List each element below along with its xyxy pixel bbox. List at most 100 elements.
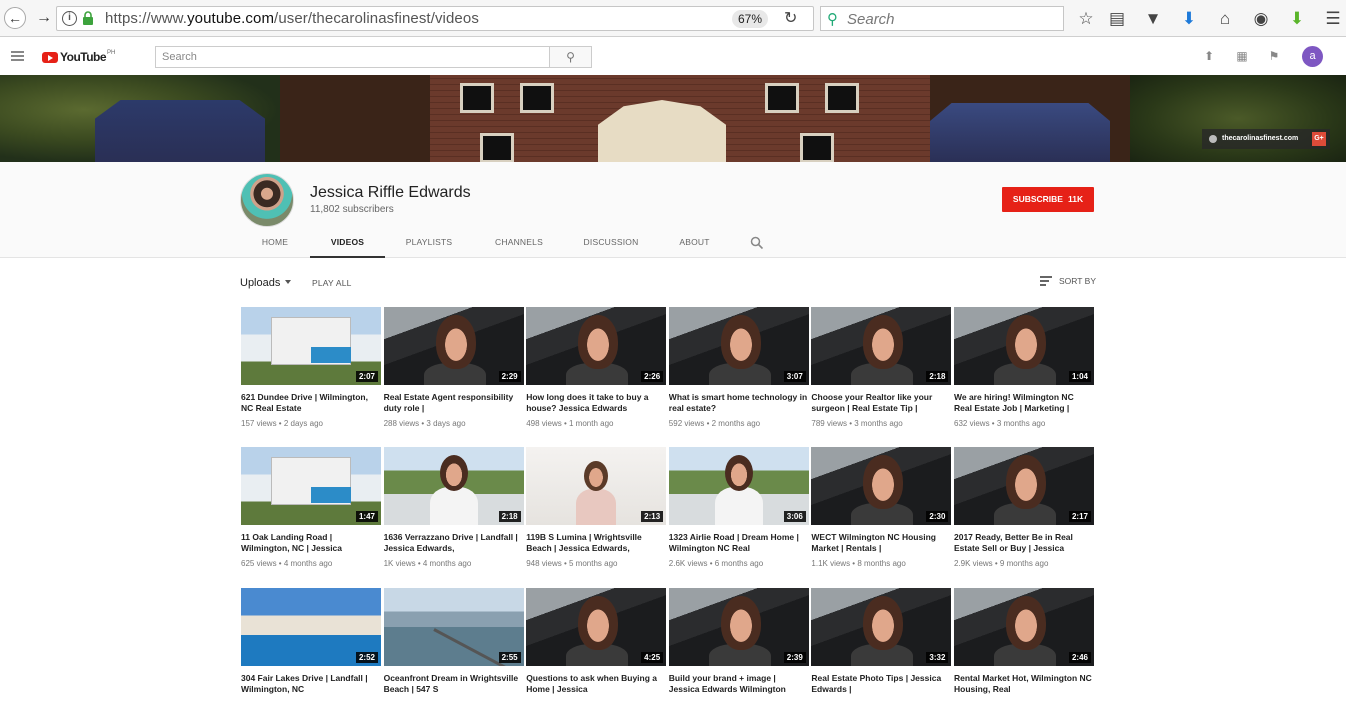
notifications-bell-icon[interactable]: ⚑ <box>1267 49 1281 63</box>
video-thumbnail[interactable]: 3:32 <box>811 588 952 666</box>
video-card[interactable]: 3:07 What is smart home technology in rea… <box>668 307 809 428</box>
tab-about[interactable]: ABOUT <box>657 232 732 258</box>
video-title[interactable]: Oceanfront Dream in Wrightsville Beach |… <box>384 673 524 694</box>
sort-by-button[interactable]: SORT BY <box>1040 276 1096 286</box>
video-card[interactable]: 1:04 We are hiring! Wilmington NC Real Es… <box>954 307 1094 428</box>
video-thumbnail[interactable]: 2:52 <box>241 588 381 666</box>
video-card[interactable]: 2:13 119B S Lumina | Wrightsville Beach |… <box>526 447 667 568</box>
apps-grid-icon[interactable]: ▦ <box>1235 49 1249 63</box>
video-title[interactable]: 1636 Verrazzano Drive | Landfall | Jessi… <box>384 532 524 553</box>
youtube-logo[interactable]: YouTube PH <box>42 50 115 64</box>
video-title[interactable]: 304 Fair Lakes Drive | Landfall | Wilmin… <box>241 673 381 694</box>
banner-website-link[interactable]: thecarolinasfinest.com <box>1202 129 1330 149</box>
video-thumbnail[interactable]: 3:07 <box>668 307 809 385</box>
video-thumbnail[interactable]: 2:26 <box>526 307 667 385</box>
video-title[interactable]: 621 Dundee Drive | Wilmington, NC Real E… <box>241 392 381 413</box>
info-icon[interactable]: i <box>62 11 77 26</box>
globe-icon[interactable]: ◉ <box>1250 8 1272 30</box>
video-duration: 2:55 <box>498 652 521 663</box>
guide-menu-icon[interactable] <box>11 51 24 61</box>
tab-playlists[interactable]: PLAYLISTS <box>385 232 473 258</box>
menu-icon[interactable]: ☰ <box>1322 8 1344 30</box>
video-card[interactable]: 2:18 1636 Verrazzano Drive | Landfall | J… <box>383 447 524 568</box>
video-title[interactable]: 1323 Airlie Road | Dream Home | Wilmingt… <box>669 532 809 553</box>
video-card[interactable]: 4:25 Questions to ask when Buying a Home … <box>526 588 667 700</box>
video-card[interactable]: 2:18 Choose your Realtor like your surgeo… <box>811 307 952 428</box>
video-thumbnail[interactable]: 4:25 <box>526 588 667 666</box>
gplus-icon[interactable]: G+ <box>1312 132 1326 146</box>
video-thumbnail[interactable]: 2:30 <box>811 447 952 525</box>
video-title[interactable]: Choose your Realtor like your surgeon | … <box>811 392 951 413</box>
browser-toolbar: ← → i https://www.youtube.com/user/theca… <box>0 0 1346 37</box>
download-icon[interactable]: ⬇ <box>1178 8 1200 30</box>
video-card[interactable]: 2:07 621 Dundee Drive | Wilmington, NC Re… <box>241 307 381 428</box>
video-thumbnail[interactable]: 2:29 <box>383 307 524 385</box>
video-duration: 2:18 <box>498 511 521 522</box>
video-card[interactable]: 2:26 How long does it take to buy a house… <box>526 307 667 428</box>
youtube-search-button[interactable]: ⚲ <box>549 46 592 68</box>
video-title[interactable]: 11 Oak Landing Road | Wilmington, NC | J… <box>241 532 381 553</box>
sort-label: SORT BY <box>1059 276 1097 286</box>
video-thumbnail[interactable]: 2:39 <box>668 588 809 666</box>
video-thumbnail[interactable]: 2:13 <box>526 447 667 525</box>
reading-list-icon[interactable]: ▤ <box>1106 8 1128 30</box>
video-title[interactable]: Real Estate Agent responsibility duty ro… <box>384 392 524 413</box>
video-card[interactable]: 3:06 1323 Airlie Road | Dream Home | Wilm… <box>668 447 809 568</box>
video-title[interactable]: Questions to ask when Buying a Home | Je… <box>526 673 666 694</box>
video-thumbnail[interactable]: 2:55 <box>383 588 524 666</box>
video-thumbnail[interactable]: 2:17 <box>954 447 1094 525</box>
video-thumbnail[interactable]: 2:07 <box>241 307 381 385</box>
home-icon[interactable]: ⌂ <box>1214 8 1236 30</box>
tab-home[interactable]: HOME <box>240 232 310 258</box>
video-thumbnail[interactable]: 3:06 <box>668 447 809 525</box>
video-title[interactable]: Build your brand + image | Jessica Edwar… <box>669 673 809 694</box>
back-icon[interactable]: ← <box>4 7 26 29</box>
channel-avatar[interactable] <box>240 173 294 227</box>
video-thumbnail[interactable]: 1:04 <box>954 307 1094 385</box>
video-thumbnail[interactable]: 1:47 <box>241 447 381 525</box>
video-card[interactable]: 2:29 Real Estate Agent responsibility dut… <box>383 307 524 428</box>
tab-videos[interactable]: VIDEOS <box>310 232 385 258</box>
video-card[interactable]: 3:32 Real Estate Photo Tips | Jessica Edw… <box>811 588 952 700</box>
video-card[interactable]: 2:17 2017 Ready, Better Be in Real Estate… <box>954 447 1094 568</box>
address-bar[interactable]: i https://www.youtube.com/user/thecaroli… <box>56 6 814 31</box>
tab-channels[interactable]: CHANNELS <box>473 232 565 258</box>
zoom-level[interactable]: 67% <box>732 10 768 28</box>
video-title[interactable]: What is smart home technology in real es… <box>669 392 809 413</box>
video-title[interactable]: How long does it take to buy a house? Je… <box>526 392 666 413</box>
tab-search[interactable] <box>732 232 782 258</box>
video-thumbnail[interactable]: 2:18 <box>811 307 952 385</box>
youtube-search-input[interactable]: Search <box>155 46 550 68</box>
upload-icon[interactable]: ⬆ <box>1202 49 1216 63</box>
bookmark-star-icon[interactable]: ☆ <box>1075 8 1097 30</box>
addon-download-icon[interactable]: ⬇ <box>1286 8 1308 30</box>
banner-roof <box>95 100 265 162</box>
video-card[interactable]: 1:47 11 Oak Landing Road | Wilmington, NC… <box>241 447 381 568</box>
video-card[interactable]: 2:46 Rental Market Hot, Wilmington NC Hou… <box>954 588 1094 700</box>
video-title[interactable]: 2017 Ready, Better Be in Real Estate Sel… <box>954 532 1094 553</box>
youtube-play-icon <box>42 51 58 63</box>
video-card[interactable]: 2:30 WECT Wilmington NC Housing Market | … <box>811 447 952 568</box>
video-thumbnail[interactable]: 2:18 <box>383 447 524 525</box>
video-title[interactable]: 119B S Lumina | Wrightsville Beach | Jes… <box>526 532 666 553</box>
browser-search-input[interactable]: ⚲ Search <box>820 6 1064 31</box>
video-card[interactable]: 2:52 304 Fair Lakes Drive | Landfall | Wi… <box>241 588 381 700</box>
video-title[interactable]: Rental Market Hot, Wilmington NC Housing… <box>954 673 1094 694</box>
video-meta: 592 views • 2 months ago <box>668 419 761 428</box>
channel-name[interactable]: Jessica Riffle Edwards <box>310 184 471 202</box>
uploads-dropdown[interactable]: Uploads <box>240 277 292 289</box>
video-thumbnail[interactable]: 2:46 <box>954 588 1094 666</box>
user-avatar[interactable]: a <box>1302 46 1323 67</box>
video-card[interactable]: 2:39 Build your brand + image | Jessica E… <box>668 588 809 700</box>
video-title[interactable]: We are hiring! Wilmington NC Real Estate… <box>954 392 1094 413</box>
play-all-button[interactable]: PLAY ALL <box>312 278 352 288</box>
subscribe-button[interactable]: SUBSCRIBE 11K <box>1002 187 1094 212</box>
tab-discussion[interactable]: DISCUSSION <box>565 232 657 258</box>
video-title[interactable]: Real Estate Photo Tips | Jessica Edwards… <box>811 673 951 694</box>
forward-icon[interactable]: → <box>33 7 55 29</box>
reload-icon[interactable]: ↻ <box>784 8 797 28</box>
video-card[interactable]: 2:55 Oceanfront Dream in Wrightsville Bea… <box>383 588 524 700</box>
pocket-icon[interactable]: ▼ <box>1142 8 1164 30</box>
video-title[interactable]: WECT Wilmington NC Housing Market | Rent… <box>811 532 951 553</box>
channel-header: Jessica Riffle Edwards 11,802 subscriber… <box>0 162 1346 258</box>
